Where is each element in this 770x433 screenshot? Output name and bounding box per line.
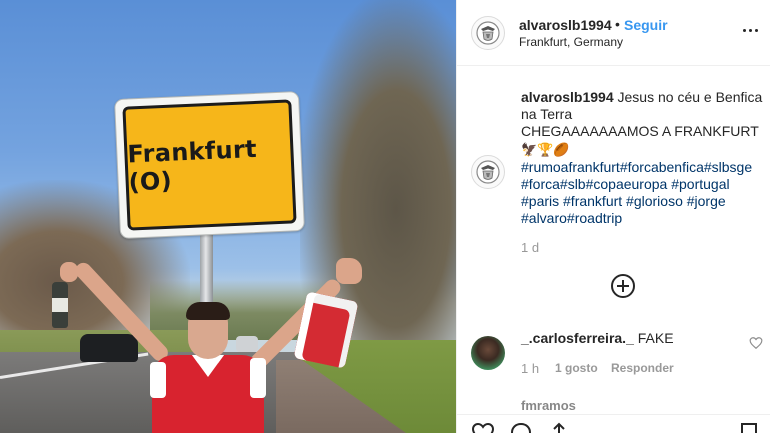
comment: _.carlosferreira._ FAKE [521,330,741,347]
share-icon[interactable] [547,421,571,433]
person-sleeve-left [150,362,166,398]
caption-timestamp[interactable]: 1 d [521,240,539,255]
comment-meta: 1 h 1 gosto Responder [521,361,674,376]
commenter-avatar[interactable] [471,336,505,370]
town-sign-text: Frankfurt (O) [126,134,258,197]
next-comment-username[interactable]: fmramos_ [521,398,583,410]
comment-heart-icon[interactable] [749,336,763,350]
comment-bubble-icon[interactable] [509,421,533,433]
person-sleeve-right [250,358,266,398]
post-details-panel: alvaroslb1994 • Seguir Frankfurt, German… [456,0,770,433]
benfica-crest-icon [476,21,500,45]
comment-timestamp[interactable]: 1 h [521,361,555,376]
person-hair [186,302,230,320]
town-sign: Frankfurt (O) [114,91,305,239]
car-dark [80,334,138,362]
comment-text: FAKE [637,330,674,346]
bottle-label [52,298,68,312]
like-heart-icon[interactable] [471,421,495,433]
caption-author-avatar[interactable] [471,155,505,189]
benfica-crest-icon [476,160,500,184]
author-avatar[interactable] [471,16,505,50]
action-bar [457,414,770,433]
follow-button[interactable]: Seguir [624,17,668,33]
sign-pole [200,228,213,310]
comment-likes[interactable]: 1 gosto [555,361,611,376]
caption-emoji: 🦅🏆🏉 [521,142,570,157]
more-options-icon[interactable] [739,22,761,38]
author-username[interactable]: alvaroslb1994 [519,17,612,33]
comment-reply-button[interactable]: Responder [611,361,674,376]
post-photo[interactable]: Frankfurt (O) [0,0,456,433]
comment-username[interactable]: _.carlosferreira._ [521,330,634,346]
post-location[interactable]: Frankfurt, Germany [519,35,623,49]
separator-dot: • [615,16,620,32]
caption-text-line2: CHEGAAAAAAAMOS A FRANKFURT [521,123,759,139]
caption-username[interactable]: alvaroslb1994 [521,89,614,105]
post-header: alvaroslb1994 • Seguir Frankfurt, German… [457,0,770,66]
load-more-comments-button[interactable] [611,274,635,298]
person-hand-right [336,258,362,284]
person-hand-left [60,262,78,282]
caption-hashtags[interactable]: #rumoafrankfurt#forcabenfica#slbsge #for… [521,159,752,226]
town-sign-panel: Frankfurt (O) [122,99,297,231]
post-caption: alvaroslb1994 Jesus no céu e Benfica na … [521,89,763,227]
car-silver [236,336,258,352]
save-bookmark-icon[interactable] [737,421,761,433]
